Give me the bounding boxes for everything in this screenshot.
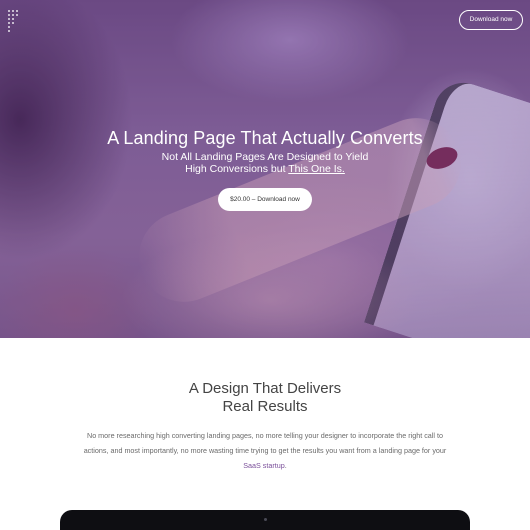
section-body-end: . (284, 461, 287, 470)
section-title-line2: Real Results (222, 398, 308, 415)
device-mockup (60, 510, 470, 530)
section-title-line1: A Design That Delivers (188, 380, 342, 397)
hero-subtitle-prefix: High Conversions but (185, 163, 289, 175)
section-body-line2: actions, and most importantly, no more w… (83, 446, 447, 455)
camera-dot-icon (264, 518, 267, 521)
hero-subtitle: Not All Landing Pages Are Designed to Yi… (0, 151, 530, 175)
section-body-line1: No more researching high converting land… (87, 431, 443, 440)
section-title: A Design That Delivers Real Results (0, 380, 530, 416)
section-body-line3: SaaS startup. (55, 458, 475, 473)
nav-download-button[interactable]: Download now (459, 10, 523, 30)
hero-title: A Landing Page That Actually Converts (107, 128, 423, 148)
saas-startup-link[interactable]: SaaS startup (243, 461, 285, 470)
hero-subtitle-line2: High Conversions but This One Is. (0, 163, 530, 175)
dotted-logo-icon[interactable] (8, 10, 22, 32)
hero-download-button[interactable]: $20.00 – Download now (218, 188, 312, 211)
hero-section: Download now A Landing Page That Actuall… (0, 0, 530, 338)
hero-subtitle-link[interactable]: This One Is. (288, 163, 345, 175)
section-body: No more researching high converting land… (55, 428, 475, 473)
hero-subtitle-line1: Not All Landing Pages Are Designed to Yi… (161, 151, 369, 163)
